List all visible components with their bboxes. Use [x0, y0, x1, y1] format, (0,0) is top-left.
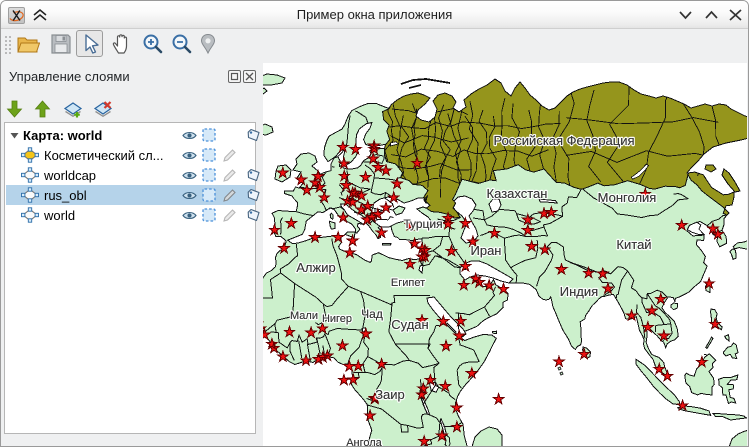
svg-text:Турция: Турция — [403, 217, 442, 231]
svg-text:Иран: Иран — [471, 243, 502, 258]
svg-text:Судан: Судан — [391, 317, 428, 332]
svg-text:Нигер: Нигер — [322, 313, 352, 325]
svg-text:Ангола: Ангола — [346, 437, 382, 447]
svg-text:Алжир: Алжир — [296, 260, 335, 275]
svg-text:Российская Федерация: Российская Федерация — [493, 133, 634, 148]
svg-text:Китай: Китай — [616, 237, 651, 252]
svg-text:Египет: Египет — [391, 277, 425, 289]
svg-text:Казахстан: Казахстан — [487, 186, 548, 201]
svg-text:Монголия: Монголия — [598, 190, 657, 205]
svg-text:Индия: Индия — [560, 284, 598, 299]
svg-text:Чад: Чад — [361, 307, 383, 321]
svg-text:Заир: Заир — [375, 387, 405, 402]
svg-text:Мали: Мали — [290, 310, 318, 322]
